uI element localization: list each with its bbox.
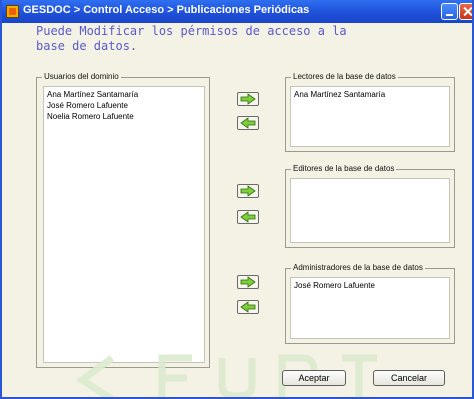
- accept-button[interactable]: Aceptar: [282, 370, 346, 386]
- admins-title: Administradores de la base de datos: [291, 263, 425, 273]
- remove-admin-button[interactable]: [237, 300, 259, 314]
- instruction-text: Puede Modificar los pérmisos de acceso a…: [36, 24, 347, 53]
- minimize-button[interactable]: [441, 3, 458, 20]
- dialog-window: GESDOC > Control Acceso > Publicaciones …: [0, 0, 474, 399]
- list-item[interactable]: José Romero Lafuente: [47, 100, 201, 111]
- readers-group: Lectores de la base de datos Ana Martíne…: [285, 72, 455, 152]
- list-item[interactable]: Noelia Romero Lafuente: [47, 111, 201, 122]
- editors-title: Editores de la base de datos: [291, 164, 397, 174]
- readers-title: Lectores de la base de datos: [291, 72, 398, 82]
- window-title: GESDOC > Control Acceso > Publicaciones …: [23, 4, 310, 16]
- cancel-button[interactable]: Cancelar: [373, 370, 445, 386]
- arrow-right-icon: [240, 185, 256, 197]
- editors-group: Editores de la base de datos: [285, 164, 455, 248]
- add-editor-button[interactable]: [237, 184, 259, 198]
- watermark-logo: [75, 354, 377, 397]
- domain-users-title: Usuarios del dominio: [42, 72, 121, 82]
- close-button[interactable]: [459, 3, 472, 20]
- list-item[interactable]: Ana Martínez Santamaría: [47, 89, 201, 100]
- add-reader-button[interactable]: [237, 92, 259, 106]
- arrow-right-icon: [240, 276, 256, 288]
- arrow-left-icon: [240, 117, 256, 129]
- list-item[interactable]: José Romero Lafuente: [294, 280, 446, 291]
- list-item[interactable]: Ana Martínez Santamaría: [294, 89, 446, 100]
- domain-users-group: Usuarios del dominio Ana Martínez Santam…: [36, 72, 210, 368]
- remove-reader-button[interactable]: [237, 116, 259, 130]
- arrow-right-icon: [240, 93, 256, 105]
- domain-users-list[interactable]: Ana Martínez Santamaría José Romero Lafu…: [43, 86, 205, 363]
- admins-group: Administradores de la base de datos José…: [285, 263, 455, 344]
- remove-editor-button[interactable]: [237, 210, 259, 224]
- admins-list[interactable]: José Romero Lafuente: [290, 277, 450, 339]
- arrow-left-icon: [240, 301, 256, 313]
- editors-list[interactable]: [290, 178, 450, 243]
- app-icon: [6, 5, 19, 18]
- readers-list[interactable]: Ana Martínez Santamaría: [290, 86, 450, 147]
- add-admin-button[interactable]: [237, 275, 259, 289]
- arrow-left-icon: [240, 211, 256, 223]
- title-bar[interactable]: GESDOC > Control Acceso > Publicaciones …: [2, 0, 472, 23]
